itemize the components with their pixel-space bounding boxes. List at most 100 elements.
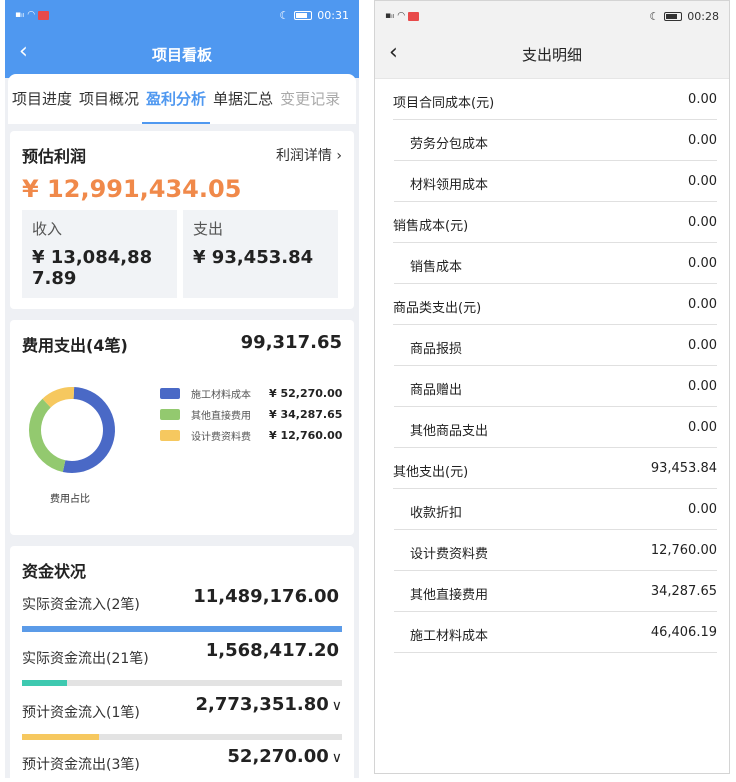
tab-change-log[interactable]: 变更记录: [280, 74, 340, 124]
row-value: 0.00: [688, 502, 717, 517]
legend-value: ¥ 52,270.00: [269, 387, 343, 400]
expense-title: 费用支出(4笔): [22, 336, 128, 355]
fund-row-label: 实际资金流入(2笔): [22, 597, 140, 613]
fund-progress-bar: [22, 626, 342, 632]
row-label: 收款折扣: [410, 506, 463, 521]
detail-row: 商品赠出 0.00: [394, 366, 717, 407]
moon-icon: ☾: [649, 9, 660, 23]
row-label: 劳务分包成本: [410, 137, 489, 152]
battery-icon: [664, 11, 683, 21]
fund-row-label: 实际资金流出(21笔): [22, 651, 149, 667]
expense-box: 支出 ¥ 93,453.84: [183, 210, 338, 298]
detail-row: 劳务分包成本 0.00: [394, 120, 717, 161]
expense-detail-list: 项目合同成本(元) 0.00 劳务分包成本 0.00 材料领用成本 0.00 销售成本(元)…: [375, 79, 729, 653]
signal-icon: ▪ᵢₗ: [385, 11, 395, 21]
fund-row: 实际资金流出(21笔) 1,568,417.20: [22, 638, 342, 690]
row-label: 材料领用成本: [410, 178, 489, 193]
tab-document-summary[interactable]: 单据汇总: [213, 74, 273, 124]
fund-row-label: 预计资金流出(3笔): [22, 757, 140, 773]
tab-profit-analysis[interactable]: 盈利分析: [142, 74, 211, 124]
donut-label: 费用占比: [50, 494, 90, 505]
wifi-icon: ◠: [397, 11, 406, 21]
detail-row: 销售成本 0.00: [394, 243, 717, 284]
fund-row-value: 52,270.00 ∨: [227, 746, 342, 767]
category-row: 商品类支出(元) 0.00: [393, 284, 717, 325]
row-label: 其他直接费用: [410, 588, 489, 603]
fund-amount: 52,270.00: [227, 746, 329, 767]
fund-progress-fill: [22, 734, 99, 740]
row-value: 0.00: [688, 133, 717, 148]
legend-item: 其他直接费用 ¥ 34,287.65: [160, 404, 342, 425]
row-label: 其他支出(元): [393, 465, 469, 480]
chevron-down-icon[interactable]: ∨: [332, 698, 342, 714]
status-icons-right: ☾ 00:31: [279, 9, 349, 22]
row-label: 设计费资料费: [410, 547, 489, 562]
fund-progress-bar: [22, 680, 342, 686]
row-value: 0.00: [688, 420, 717, 435]
row-label: 其他商品支出: [410, 424, 489, 439]
detail-row: 材料领用成本 0.00: [394, 161, 717, 202]
expense-donut-chart: [29, 387, 115, 473]
page-title: 项目看板: [151, 45, 212, 64]
legend-name: 其他直接费用: [191, 411, 251, 422]
fund-amount: 11,489,176.00: [193, 586, 339, 607]
row-value: 0.00: [688, 215, 717, 230]
status-icons-right: ☾ 00:28: [649, 10, 719, 23]
row-label: 销售成本: [410, 260, 463, 275]
fund-amount: 1,568,417.20: [205, 640, 339, 661]
category-row: 其他支出(元) 93,453.84: [393, 448, 717, 489]
fund-row-value: 11,489,176.00: [193, 586, 342, 607]
tab-bar: 项目进度 项目概况 盈利分析 单据汇总 变更记录: [8, 74, 356, 124]
expense-label: 支出: [193, 220, 224, 238]
fund-row: 预计资金流入(1笔) 2,773,351.80 ∨: [22, 692, 342, 744]
row-value: 12,760.00: [650, 543, 717, 558]
income-box: 收入 ¥ 13,084,887.89: [22, 210, 177, 298]
tab-overview[interactable]: 项目概况: [79, 74, 139, 124]
row-label: 商品报损: [410, 342, 463, 357]
legend-value: ¥ 34,287.65: [269, 408, 343, 421]
profit-detail-link[interactable]: 利润详情 ›: [276, 145, 342, 165]
fund-row: 实际资金流入(2笔) 11,489,176.00: [22, 584, 342, 636]
row-value: 0.00: [688, 92, 717, 107]
tab-progress[interactable]: 项目进度: [12, 74, 72, 124]
row-value: 0.00: [688, 297, 717, 312]
chevron-down-icon[interactable]: ∨: [332, 750, 342, 766]
status-bar: ▪ᵢₗ ◠ ☾ 00:28: [375, 1, 729, 31]
nav-bar: ‹ 项目看板: [5, 30, 359, 78]
wifi-icon: ◠: [27, 10, 36, 20]
detail-row: 商品报损 0.00: [394, 325, 717, 366]
fund-progress-bar: [22, 734, 342, 740]
fund-title: 资金状况: [22, 562, 87, 581]
expense-card: 费用支出(4笔) 99,317.65 费用占比 施工材料成本 ¥ 52,270.…: [10, 320, 354, 535]
fund-status-card: 资金状况 实际资金流入(2笔) 11,489,176.00 实际资金流出(21笔…: [10, 546, 354, 778]
row-label: 施工材料成本: [410, 629, 489, 644]
row-value: 0.00: [688, 174, 717, 189]
estimated-profit-amount: ¥ 12,991,434.05: [22, 175, 242, 203]
profit-card: 预估利润 利润详情 › ¥ 12,991,434.05 收入 ¥ 13,084,…: [10, 131, 354, 309]
back-arrow-icon[interactable]: ‹: [389, 41, 398, 65]
status-icons-left: ▪ᵢₗ ◠: [385, 11, 420, 21]
battery-icon: [294, 10, 313, 20]
category-row: 项目合同成本(元) 0.00: [393, 79, 717, 120]
detail-row: 设计费资料费 12,760.00: [394, 530, 717, 571]
legend-swatch: [160, 409, 180, 420]
fund-row-value: 1,568,417.20: [206, 640, 342, 661]
fund-row-value: 2,773,351.80 ∨: [196, 694, 342, 715]
row-value: 0.00: [688, 256, 717, 271]
row-label: 项目合同成本(元): [393, 96, 495, 111]
back-arrow-icon[interactable]: ‹: [19, 40, 28, 64]
legend-item: 施工材料成本 ¥ 52,270.00: [160, 383, 342, 404]
row-value: 34,287.65: [650, 584, 717, 599]
row-value: 46,406.19: [650, 625, 717, 640]
signal-icon: ▪ᵢₗ: [15, 10, 25, 20]
detail-row: 施工材料成本 46,406.19: [394, 612, 717, 653]
expense-value: ¥ 93,453.84: [193, 247, 314, 268]
page-title: 支出明细: [521, 46, 582, 64]
fund-row: 预计资金流出(3笔) 52,270.00 ∨: [22, 744, 342, 778]
status-bar: ▪ᵢₗ ◠ ☾ 00:31: [5, 0, 359, 30]
detail-row: 收款折扣 0.00: [394, 489, 717, 530]
legend-name: 设计费资料费: [191, 432, 251, 443]
legend-value: ¥ 12,760.00: [269, 429, 343, 442]
app-notification-icon: [408, 11, 420, 21]
nav-bar: ‹ 支出明细: [375, 31, 729, 79]
